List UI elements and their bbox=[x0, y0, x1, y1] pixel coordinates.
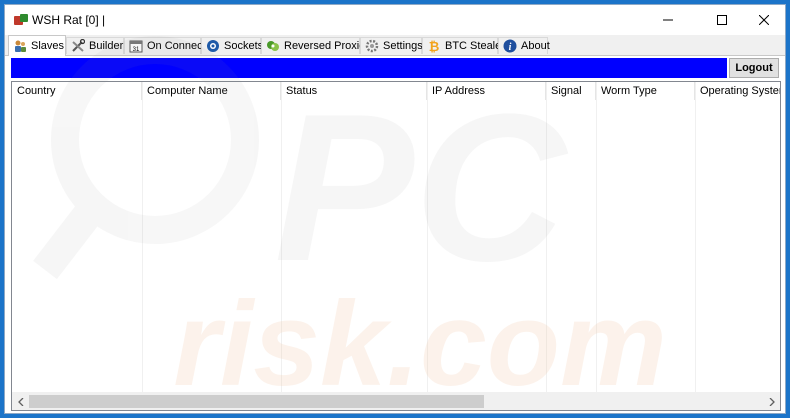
column-header-signal[interactable]: Signal bbox=[546, 82, 596, 100]
tab-label: Sockets bbox=[224, 40, 264, 52]
users-icon bbox=[15, 40, 26, 52]
tab-label: About bbox=[521, 40, 550, 52]
tab-label: BTC Stealer bbox=[445, 40, 505, 52]
tab-label: On Connect bbox=[147, 40, 206, 52]
tab-on-connect[interactable]: 31 On Connect bbox=[124, 37, 206, 54]
calendar-icon: 31 bbox=[129, 40, 143, 53]
slaves-table[interactable]: Country Computer Name Status IP Address … bbox=[11, 81, 781, 411]
column-header-country[interactable]: Country bbox=[12, 82, 142, 100]
column-header-ip-address[interactable]: IP Address bbox=[427, 82, 546, 100]
column-divider bbox=[695, 82, 696, 392]
tab-sockets[interactable]: Sockets bbox=[201, 37, 264, 54]
status-bar bbox=[11, 58, 727, 78]
minimize-button[interactable] bbox=[645, 5, 691, 35]
chevron-right-icon bbox=[769, 397, 775, 406]
tab-about[interactable]: i About bbox=[498, 37, 550, 54]
title-bar[interactable]: WSH Rat [0] | bbox=[5, 5, 785, 35]
gear-icon bbox=[365, 39, 379, 53]
close-button[interactable] bbox=[741, 5, 785, 35]
bitcoin-icon: ₿ bbox=[429, 40, 440, 53]
tab-builder[interactable]: Builder bbox=[66, 37, 124, 54]
tab-label: Reversed Proxies bbox=[284, 40, 371, 52]
column-header-computer-name[interactable]: Computer Name bbox=[142, 82, 281, 100]
column-header-operating-system[interactable]: Operating System bbox=[695, 82, 780, 100]
column-divider bbox=[427, 82, 428, 392]
horizontal-scrollbar[interactable] bbox=[12, 392, 780, 410]
column-divider bbox=[142, 82, 143, 392]
tab-btc-stealer[interactable]: ₿ BTC Stealer bbox=[422, 37, 505, 54]
scrollbar-thumb[interactable] bbox=[29, 395, 484, 408]
tab-settings[interactable]: Settings bbox=[360, 37, 423, 54]
tools-icon bbox=[72, 39, 85, 52]
tab-slaves[interactable]: Slaves bbox=[8, 35, 66, 56]
proxy-icon bbox=[267, 41, 279, 51]
app-window: WSH Rat [0] | Slaves Builder 31 On Conne… bbox=[4, 4, 786, 414]
svg-text:31: 31 bbox=[133, 47, 140, 53]
column-divider bbox=[281, 82, 282, 392]
tab-label: Slaves bbox=[31, 40, 65, 52]
tab-label: Builder bbox=[89, 40, 124, 52]
tab-bar: Slaves Builder 31 On Connect Sockets Rev… bbox=[5, 35, 785, 56]
minimize-icon bbox=[663, 19, 673, 21]
scroll-right-button[interactable] bbox=[763, 393, 780, 410]
slaves-panel: Logout Country Computer Name Status IP A… bbox=[5, 55, 785, 413]
info-icon: i bbox=[503, 39, 517, 53]
app-icon bbox=[14, 14, 28, 25]
window-title: WSH Rat [0] | bbox=[32, 13, 106, 27]
maximize-button[interactable] bbox=[699, 5, 745, 35]
scroll-left-button[interactable] bbox=[12, 393, 29, 410]
socket-icon bbox=[207, 40, 219, 52]
close-icon bbox=[759, 15, 769, 25]
tab-label: Settings bbox=[383, 40, 423, 52]
logout-button[interactable]: Logout bbox=[729, 58, 779, 78]
svg-text:i: i bbox=[509, 42, 512, 53]
column-header-worm-type[interactable]: Worm Type bbox=[596, 82, 695, 100]
svg-text:₿: ₿ bbox=[429, 40, 440, 53]
maximize-icon bbox=[717, 15, 727, 25]
column-header-status[interactable]: Status bbox=[281, 82, 427, 100]
column-divider bbox=[546, 82, 547, 392]
tab-reversed-proxies[interactable]: Reversed Proxies bbox=[261, 37, 371, 54]
column-divider bbox=[596, 82, 597, 392]
chevron-left-icon bbox=[17, 397, 23, 406]
